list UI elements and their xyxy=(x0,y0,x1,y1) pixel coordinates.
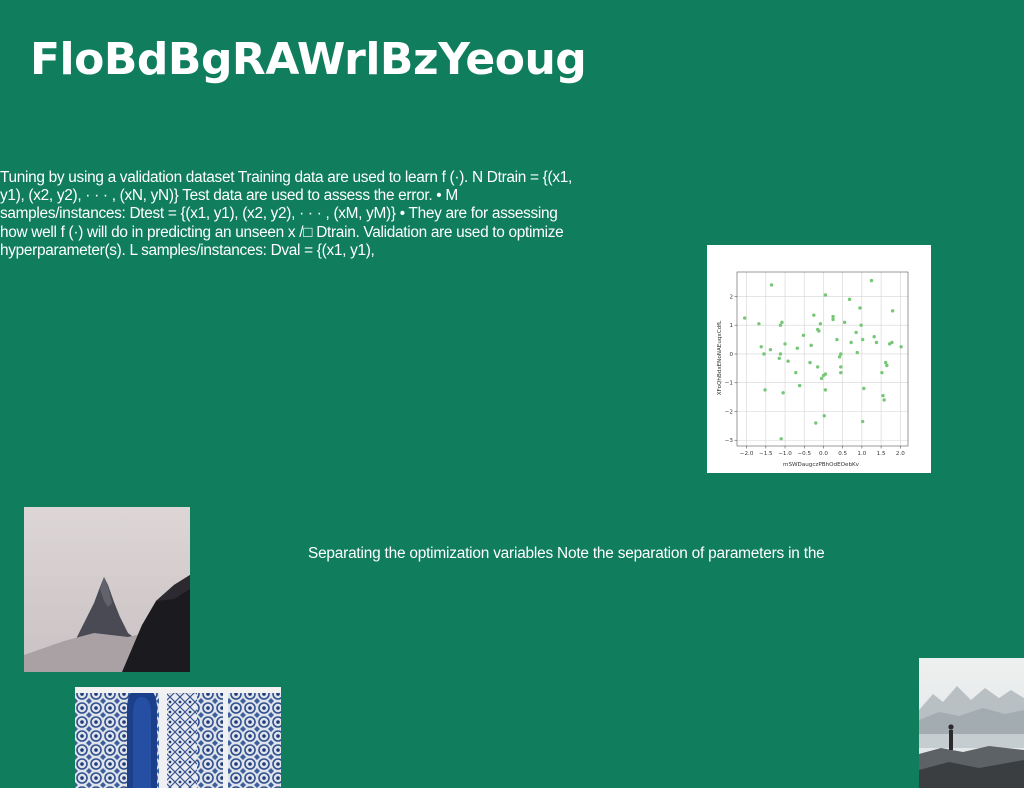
scatter-point xyxy=(801,333,806,337)
scatter-point xyxy=(817,329,821,333)
chart-ticks: −2.0 −1.5 −1.0 −0.5 0.0 0.5 1.0 1.5 2.0 −3 −2 −1 0 1 2 xyxy=(725,294,905,457)
scatter-point xyxy=(862,386,866,391)
scatter-point xyxy=(797,383,802,388)
y-tick-label: 0 xyxy=(729,352,733,358)
coast-person-photo xyxy=(919,658,1024,788)
scatter-point xyxy=(808,360,812,365)
scatter-point xyxy=(823,388,828,392)
mosaic-tiles-photo xyxy=(75,687,281,788)
chart-grid xyxy=(737,272,908,446)
x-tick-label: 0.5 xyxy=(838,451,847,457)
scatter-point xyxy=(778,323,783,327)
plot-frame xyxy=(736,271,909,447)
scatter-point xyxy=(849,340,853,345)
scatter-point xyxy=(874,340,879,345)
scatter-point xyxy=(899,345,903,349)
scatter-point xyxy=(872,335,876,339)
scatter-point xyxy=(855,350,859,355)
chart-points xyxy=(742,278,903,441)
scatter-point xyxy=(880,370,884,375)
x-axis-label: mSWDaugczPBhOdEOebKv xyxy=(783,462,860,468)
scatter-point xyxy=(858,306,862,310)
scatter-point xyxy=(762,352,766,356)
scatter-point xyxy=(839,365,843,369)
x-tick-label: −0.5 xyxy=(797,451,811,457)
scatter-point xyxy=(779,437,783,441)
scatter-point xyxy=(757,322,761,326)
scatter-point xyxy=(783,342,787,346)
scatter-point xyxy=(859,323,863,327)
scatter-point xyxy=(819,376,824,381)
scatter-point xyxy=(854,330,858,335)
y-tick-label: 1 xyxy=(729,323,733,329)
scatter-point xyxy=(781,391,785,395)
scatter-point xyxy=(837,355,842,359)
scatter-point xyxy=(780,320,784,325)
scatter-point xyxy=(786,359,790,363)
scatter-point xyxy=(818,322,823,326)
scatter-point xyxy=(831,317,835,322)
caption-text: Separating the optimization variables No… xyxy=(308,545,825,562)
scatter-point xyxy=(860,337,865,342)
y-tick-label: 2 xyxy=(729,294,733,300)
y-axis-label: XFoQhBdxENoNAEuqxCdfL xyxy=(717,320,723,395)
scatter-point xyxy=(763,388,767,392)
x-tick-label: −1.0 xyxy=(778,451,792,457)
body-paragraph: Tuning by using a validation dataset Tra… xyxy=(0,169,572,259)
scatter-point xyxy=(814,421,818,425)
scatter-point xyxy=(842,320,847,325)
y-tick-label: −1 xyxy=(725,381,734,387)
mountain-photo xyxy=(24,507,190,672)
scatter-point xyxy=(839,370,843,375)
scatter-point xyxy=(822,414,826,418)
scatter-point xyxy=(885,363,889,368)
scatter-point xyxy=(890,309,895,313)
x-tick-label: 0.0 xyxy=(819,451,828,457)
x-tick-label: 1.5 xyxy=(877,451,886,457)
page-title: FloBdBgRAWrlBzYeoug xyxy=(30,34,587,85)
x-tick-label: −2.0 xyxy=(740,451,754,457)
x-tick-label: 2.0 xyxy=(896,451,905,457)
scatter-point xyxy=(795,346,800,350)
scatter-point xyxy=(815,365,820,369)
y-tick-label: −2 xyxy=(725,409,733,415)
scatter-point xyxy=(769,283,774,287)
scatter-point xyxy=(742,316,747,320)
scatter-point xyxy=(882,398,886,402)
scatter-chart-svg: −2.0 −1.5 −1.0 −0.5 0.0 0.5 1.0 1.5 2.0 −3 −2 −1 0 1 2… xyxy=(717,271,909,468)
x-tick-label: −1.5 xyxy=(759,451,773,457)
scatter-point xyxy=(778,352,783,356)
scatter-point xyxy=(860,419,865,424)
scatter-point xyxy=(821,373,826,378)
scatter-point xyxy=(890,340,894,345)
scatter-point xyxy=(809,343,813,348)
scatter-point xyxy=(869,278,874,283)
scatter-point xyxy=(759,345,763,349)
x-tick-label: 1.0 xyxy=(857,451,866,457)
scatter-point xyxy=(768,347,773,352)
scatter-point xyxy=(794,370,798,375)
scatter-point xyxy=(835,337,839,342)
scatter-point xyxy=(881,393,885,398)
y-tick-label: −3 xyxy=(725,438,734,444)
scatter-point xyxy=(823,293,828,297)
scatter-point xyxy=(777,356,781,360)
scatter-point xyxy=(847,297,852,302)
scatter-point xyxy=(812,313,816,317)
scatter-chart: −2.0 −1.5 −1.0 −0.5 0.0 0.5 1.0 1.5 2.0 −3 −2 −1 0 1 2… xyxy=(707,245,931,473)
